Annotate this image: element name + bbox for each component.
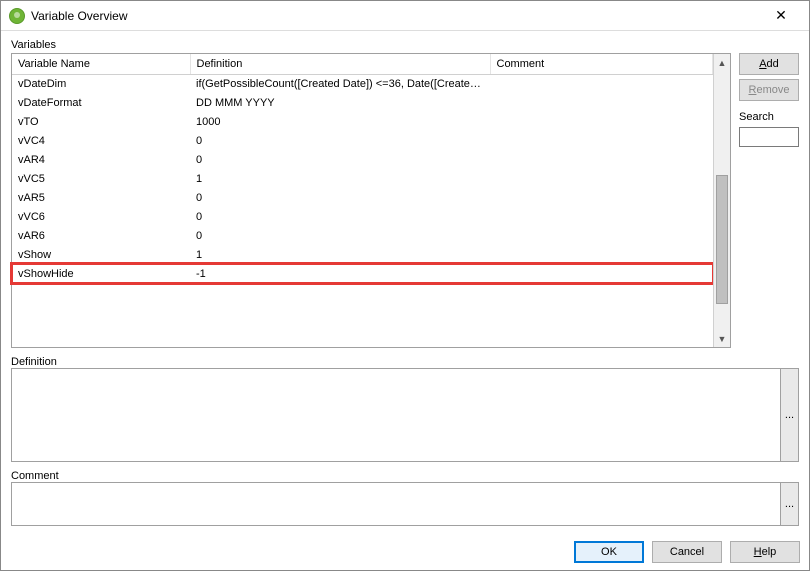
definition-textarea[interactable] [12,369,780,461]
cell-variable-name: vVC6 [12,207,190,226]
window-title: Variable Overview [31,9,761,23]
cell-comment [490,226,713,245]
cell-definition: 0 [190,150,490,169]
cell-variable-name: vAR6 [12,226,190,245]
col-header-definition[interactable]: Definition [190,54,490,74]
cell-comment [490,264,713,283]
close-icon[interactable]: ✕ [761,2,801,30]
vertical-scrollbar[interactable]: ▲ ▼ [713,54,730,347]
cell-comment [490,131,713,150]
table-row[interactable]: vVC51 [12,169,713,188]
remove-button: Remove [739,79,799,101]
scroll-track[interactable] [714,71,730,330]
search-input[interactable] [739,127,799,147]
comment-textarea[interactable] [12,483,780,525]
cell-definition: -1 [190,264,490,283]
cell-definition: 1000 [190,112,490,131]
table-row[interactable]: vDateDimif(GetPossibleCount([Created Dat… [12,74,713,93]
search-label: Search [739,111,799,123]
table-row[interactable]: vTO1000 [12,112,713,131]
cell-variable-name: vShow [12,245,190,264]
cell-variable-name: vDateDim [12,74,190,93]
titlebar: Variable Overview ✕ [1,1,809,31]
table-row[interactable]: vDateFormatDD MMM YYYY [12,93,713,112]
ok-button[interactable]: OK [574,541,644,563]
variables-label: Variables [11,39,799,51]
comment-label: Comment [11,470,799,482]
cell-variable-name: vTO [12,112,190,131]
dialog-button-bar: OK Cancel Help [574,541,800,563]
cell-variable-name: vAR5 [12,188,190,207]
cell-comment [490,245,713,264]
cell-variable-name: vAR4 [12,150,190,169]
table-row[interactable]: vAR60 [12,226,713,245]
cell-definition: 0 [190,226,490,245]
definition-label: Definition [11,356,799,368]
comment-expand-button[interactable]: ... [780,483,798,525]
definition-field-wrap: ... [11,368,799,462]
cell-variable-name: vShowHide [12,264,190,283]
cell-definition: 1 [190,169,490,188]
table-row[interactable]: vShow1 [12,245,713,264]
cell-comment [490,74,713,93]
cell-definition: 0 [190,207,490,226]
scroll-down-icon[interactable]: ▼ [714,330,730,347]
cell-variable-name: vVC4 [12,131,190,150]
cell-comment [490,188,713,207]
table-header: Variable Name Definition Comment [12,54,713,74]
cell-comment [490,207,713,226]
col-header-name[interactable]: Variable Name [12,54,190,74]
app-icon [9,8,25,24]
variables-table[interactable]: Variable Name Definition Comment vDateDi… [11,53,731,348]
comment-field-wrap: ... [11,482,799,526]
table-row[interactable]: vShowHide-1 [12,264,713,283]
scroll-thumb[interactable] [716,175,728,305]
cell-comment [490,112,713,131]
definition-expand-button[interactable]: ... [780,369,798,461]
table-row[interactable]: vVC60 [12,207,713,226]
cell-comment [490,93,713,112]
cell-variable-name: vVC5 [12,169,190,188]
cell-comment [490,150,713,169]
help-button[interactable]: Help [730,541,800,563]
scroll-up-icon[interactable]: ▲ [714,54,730,71]
side-panel: Add Remove Search [739,53,799,348]
cell-definition: 0 [190,188,490,207]
table-row[interactable]: vAR40 [12,150,713,169]
cell-variable-name: vDateFormat [12,93,190,112]
cancel-button[interactable]: Cancel [652,541,722,563]
add-button[interactable]: Add [739,53,799,75]
cell-definition: 0 [190,131,490,150]
cell-definition: if(GetPossibleCount([Created Date]) <=36… [190,74,490,93]
col-header-comment[interactable]: Comment [490,54,713,74]
cell-comment [490,169,713,188]
cell-definition: DD MMM YYYY [190,93,490,112]
table-row[interactable]: vVC40 [12,131,713,150]
cell-definition: 1 [190,245,490,264]
table-row[interactable]: vAR50 [12,188,713,207]
